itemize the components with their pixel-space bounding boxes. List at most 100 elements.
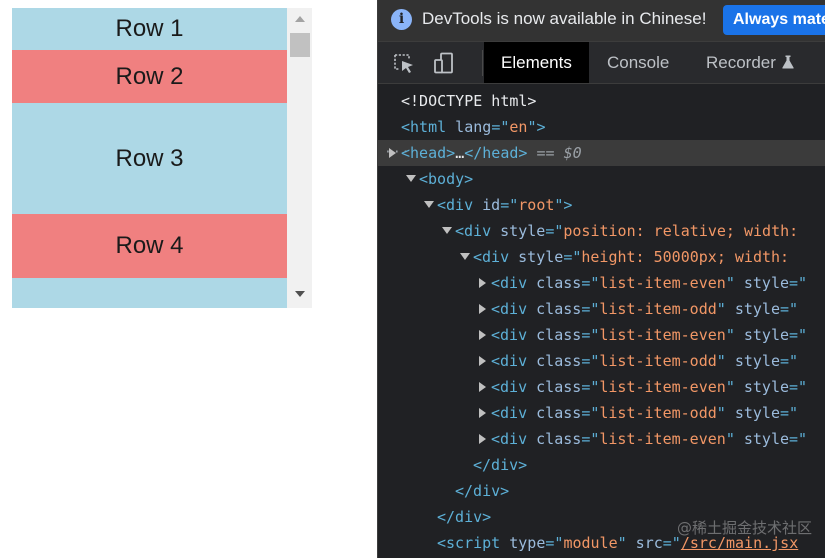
dom-token-tag: </head> <box>464 144 528 162</box>
dom-token-tag: =" <box>581 378 600 396</box>
dom-node-line[interactable]: <div class="list-item-odd" style=" <box>378 296 825 322</box>
inspect-element-icon[interactable] <box>392 52 416 74</box>
dom-token-tag: =" <box>581 300 600 318</box>
dom-token-tag: =" <box>545 222 564 240</box>
dom-token-val: list-item-odd <box>599 352 717 370</box>
list-item-label: Row 2 <box>115 62 184 90</box>
expanded-triangle-icon[interactable] <box>442 227 452 234</box>
dom-token-attr: style <box>734 378 790 396</box>
expanded-triangle-icon[interactable] <box>424 201 434 208</box>
expanded-triangle-icon[interactable] <box>406 175 416 182</box>
dom-node-text: <div class="list-item-odd" style=" <box>491 296 798 322</box>
dom-token-attr: style <box>734 274 790 292</box>
device-toolbar-icon[interactable] <box>432 52 456 74</box>
dom-node-text: </div> <box>473 452 527 478</box>
dom-node-line[interactable]: <div class="list-item-even" style=" <box>378 270 825 296</box>
list-item[interactable]: Row 2 <box>12 50 287 103</box>
scroll-down-arrow-icon[interactable] <box>295 291 305 297</box>
dom-node-line[interactable]: </div> <box>378 478 825 504</box>
dom-token-tag: <div <box>491 326 528 344</box>
dom-token-tag: <div <box>491 378 528 396</box>
dom-token-tag: </div> <box>473 456 528 474</box>
scroll-up-arrow-icon[interactable] <box>295 16 305 22</box>
dom-token-attr: src <box>626 534 663 552</box>
dom-token-val: height: 50000px; width: <box>581 248 799 266</box>
dom-token-tag: <div <box>437 196 474 214</box>
list-item[interactable] <box>12 278 287 308</box>
tab-console[interactable]: Console <box>607 42 669 83</box>
dom-node-line[interactable]: <div class="list-item-even" style=" <box>378 322 825 348</box>
dom-token-attr: lang <box>446 118 492 136</box>
list-viewport[interactable]: Row 1 Row 2 Row 3 Row 4 <box>12 8 287 308</box>
tab-recorder-label: Recorder <box>706 53 776 72</box>
expanded-triangle-icon[interactable] <box>460 253 470 260</box>
dom-node-line[interactable]: <div class="list-item-odd" style=" <box>378 348 825 374</box>
dom-token-attr: id <box>473 196 501 214</box>
dom-token-doc: <!DOCTYPE html> <box>401 92 537 110</box>
dom-node-line[interactable]: <div class="list-item-even" style=" <box>378 426 825 452</box>
dom-node-text: <div class="list-item-even" style=" <box>491 322 807 348</box>
dom-token-tag: <body> <box>419 170 474 188</box>
dom-token-tag: <div <box>473 248 510 266</box>
dom-node-line[interactable]: <div class="list-item-odd" style=" <box>378 400 825 426</box>
list-scrollbar[interactable] <box>288 8 312 308</box>
collapsed-triangle-icon[interactable] <box>389 148 396 158</box>
list-item[interactable]: Row 1 <box>12 8 287 50</box>
dom-node-line[interactable]: ··· <head>…</head> == $0 <box>378 140 825 166</box>
dom-node-line[interactable]: <html lang="en"> <box>378 114 825 140</box>
collapsed-triangle-icon[interactable] <box>479 382 486 392</box>
dom-token-tag: " <box>725 326 735 344</box>
scroll-thumb[interactable] <box>290 33 310 57</box>
list-item-label: Row 4 <box>115 232 184 259</box>
list-item[interactable]: Row 3 <box>12 103 287 214</box>
dom-token-tag: =" <box>789 326 808 344</box>
collapsed-triangle-icon[interactable] <box>479 356 486 366</box>
collapsed-triangle-icon[interactable] <box>479 434 486 444</box>
dom-token-tag: " <box>725 378 735 396</box>
collapsed-triangle-icon[interactable] <box>479 278 486 288</box>
always-match-language-button[interactable]: Always mate <box>723 5 825 35</box>
collapsed-triangle-icon[interactable] <box>479 304 486 314</box>
dom-token-attr: class <box>527 300 582 318</box>
dom-token-tag: " <box>716 352 726 370</box>
dom-token-tag: " <box>725 430 735 448</box>
dom-node-line[interactable]: <div style="height: 50000px; width: <box>378 244 825 270</box>
dom-token-tag: =" <box>581 274 600 292</box>
dom-token-tag: " <box>716 404 726 422</box>
dom-node-line[interactable]: <div class="list-item-even" style=" <box>378 374 825 400</box>
devtools-toolbar: Elements Console Recorder <box>378 42 825 84</box>
dom-node-text: <div class="list-item-even" style=" <box>491 270 807 296</box>
dom-token-tag: =" <box>563 248 582 266</box>
dom-node-text: <div style="position: relative; width: <box>455 218 798 244</box>
info-icon: i <box>391 9 412 30</box>
dom-token-attr: style <box>725 300 780 318</box>
experiment-flask-icon <box>782 55 794 69</box>
dom-token-attr: style <box>734 430 790 448</box>
collapsed-triangle-icon[interactable] <box>479 408 486 418</box>
dom-node-text: </div> <box>437 504 491 530</box>
dom-token-tag: <div <box>491 352 528 370</box>
dom-node-line[interactable]: <div id="root"> <box>378 192 825 218</box>
dom-token-attr: type <box>500 534 546 552</box>
dom-token-attr: style <box>509 248 564 266</box>
dom-token-attr: style <box>491 222 546 240</box>
dom-node-line[interactable]: <body> <box>378 166 825 192</box>
list-item[interactable]: Row 4 <box>12 214 287 278</box>
dom-node-line[interactable]: <div style="position: relative; width: <box>378 218 825 244</box>
tab-elements[interactable]: Elements <box>484 42 589 83</box>
toolbar-divider <box>482 50 483 76</box>
dom-node-line[interactable]: </div> <box>378 452 825 478</box>
dom-token-val: list-item-odd <box>599 300 717 318</box>
dom-token-attr: class <box>527 326 582 344</box>
virtual-list[interactable]: Row 1 Row 2 Row 3 Row 4 <box>12 8 312 308</box>
dom-token-tag: <script <box>437 534 501 552</box>
dom-node-text: <div class="list-item-even" style=" <box>491 426 807 452</box>
collapsed-triangle-icon[interactable] <box>479 330 486 340</box>
dom-node-text: <div class="list-item-odd" style=" <box>491 400 798 426</box>
dom-token-tag: <div <box>491 300 528 318</box>
dom-token-tag: " <box>716 300 726 318</box>
dom-token-val: list-item-even <box>599 378 726 396</box>
tab-recorder[interactable]: Recorder <box>706 42 794 83</box>
dom-node-line[interactable]: <!DOCTYPE html> <box>378 88 825 114</box>
elements-dom-tree[interactable]: <!DOCTYPE html> <html lang="en"> ··· <head>… <box>378 84 825 558</box>
